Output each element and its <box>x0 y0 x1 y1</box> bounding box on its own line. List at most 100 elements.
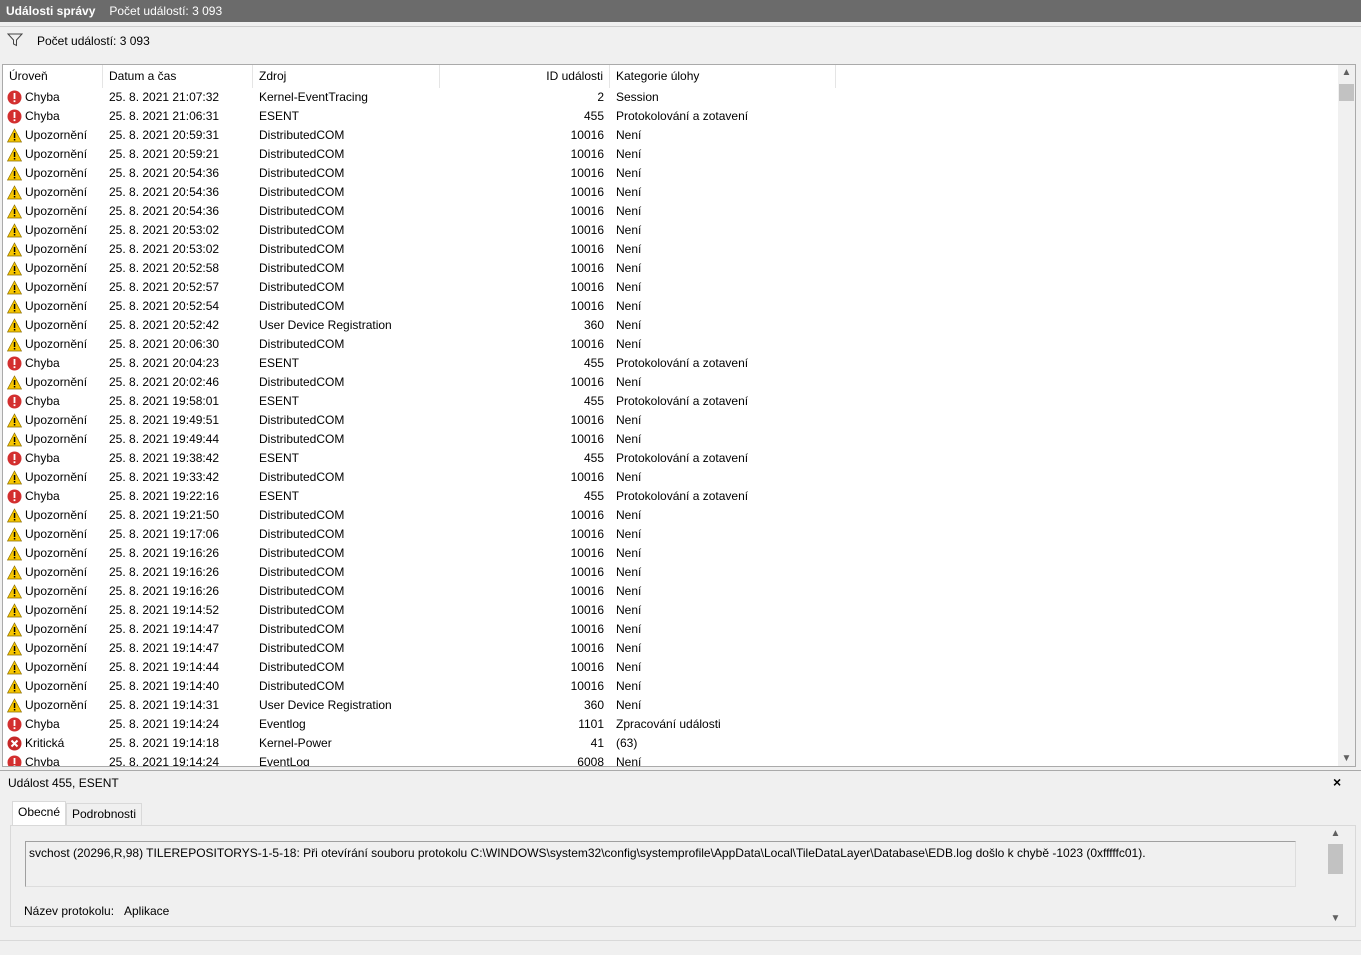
vertical-scrollbar[interactable]: ▲ ▼ <box>1338 65 1355 766</box>
table-row[interactable]: Upozornění 25. 8. 2021 19:14:40 Distribute… <box>3 677 1338 696</box>
table-row[interactable]: Kritická 25. 8. 2021 19:14:18 Kernel-Power… <box>3 734 1338 753</box>
cell-task-category: Není <box>616 147 642 161</box>
detail-scrollbar[interactable]: ▲ ▼ <box>1327 826 1344 926</box>
cell-datetime: 25. 8. 2021 20:59:31 <box>109 128 220 142</box>
table-row[interactable]: Upozornění 25. 8. 2021 19:14:31 User Devic… <box>3 696 1338 715</box>
scroll-down-icon[interactable]: ▼ <box>1327 913 1344 924</box>
column-header-level[interactable]: Úroveň <box>3 65 103 88</box>
table-row[interactable]: Upozornění 25. 8. 2021 20:52:58 Distribute… <box>3 259 1338 278</box>
filter-icon[interactable] <box>7 33 23 47</box>
table-row[interactable]: Upozornění 25. 8. 2021 19:14:44 Distribute… <box>3 658 1338 677</box>
table-row[interactable]: Upozornění 25. 8. 2021 19:49:44 Distribute… <box>3 430 1338 449</box>
scroll-down-icon[interactable]: ▼ <box>1338 753 1355 764</box>
table-row[interactable]: Upozornění 25. 8. 2021 20:54:36 Distribute… <box>3 183 1338 202</box>
detail-header: Událost 455, ESENT <box>8 776 119 790</box>
cell-source: DistributedCOM <box>259 565 345 579</box>
table-row[interactable]: Upozornění 25. 8. 2021 19:17:06 Distribute… <box>3 525 1338 544</box>
column-header-event-id[interactable]: ID události <box>440 65 610 88</box>
table-row[interactable]: Upozornění 25. 8. 2021 20:54:36 Distribute… <box>3 164 1338 183</box>
tab-details[interactable]: Podrobnosti <box>66 803 143 825</box>
filter-count: Počet událostí: 3 093 <box>37 34 150 48</box>
table-row[interactable]: Upozornění 25. 8. 2021 19:21:50 Distribute… <box>3 506 1338 525</box>
column-header-task-category[interactable]: Kategorie úlohy <box>610 65 836 88</box>
table-row[interactable]: Upozornění 25. 8. 2021 20:53:02 Distribute… <box>3 221 1338 240</box>
cell-task-category: Není <box>616 641 642 655</box>
cell-level: Upozornění <box>25 622 88 636</box>
table-row[interactable]: Upozornění 25. 8. 2021 20:59:31 Distribute… <box>3 126 1338 145</box>
cell-source: DistributedCOM <box>259 622 345 636</box>
event-message[interactable]: svchost (20296,R,98) TILEREPOSITORYS-1-5… <box>25 841 1296 887</box>
cell-datetime: 25. 8. 2021 20:52:58 <box>109 261 220 275</box>
error-icon <box>7 356 22 371</box>
cell-task-category: Není <box>616 755 642 767</box>
cell-source: DistributedCOM <box>259 432 345 446</box>
table-row[interactable]: Chyba 25. 8. 2021 19:14:24 EventLog 6008 Nen… <box>3 753 1338 767</box>
cell-datetime: 25. 8. 2021 19:49:51 <box>109 413 220 427</box>
scroll-thumb[interactable] <box>1339 84 1354 101</box>
table-row[interactable]: Upozornění 25. 8. 2021 19:14:47 Distribute… <box>3 620 1338 639</box>
cell-task-category: Není <box>616 299 642 313</box>
cell-event-id: 10016 <box>570 242 604 256</box>
scroll-up-icon[interactable]: ▲ <box>1338 67 1355 78</box>
cell-source: DistributedCOM <box>259 679 345 693</box>
table-row[interactable]: Chyba 25. 8. 2021 21:06:31 ESENT 455 Protoko… <box>3 107 1338 126</box>
table-row[interactable]: Upozornění 25. 8. 2021 20:52:42 User Devic… <box>3 316 1338 335</box>
cell-datetime: 25. 8. 2021 19:14:52 <box>109 603 220 617</box>
column-header-source[interactable]: Zdroj <box>253 65 440 88</box>
cell-datetime: 25. 8. 2021 20:04:23 <box>109 356 220 370</box>
cell-task-category: Není <box>616 318 642 332</box>
table-row[interactable]: Upozornění 25. 8. 2021 19:14:52 Distribute… <box>3 601 1338 620</box>
cell-datetime: 25. 8. 2021 19:14:31 <box>109 698 220 712</box>
cell-event-id: 10016 <box>570 546 604 560</box>
cell-level: Chyba <box>25 356 60 370</box>
cell-task-category: Není <box>616 565 642 579</box>
column-header-datetime[interactable]: Datum a čas <box>103 65 253 88</box>
cell-event-id: 6008 <box>577 755 604 767</box>
table-row[interactable]: Upozornění 25. 8. 2021 20:54:36 Distribute… <box>3 202 1338 221</box>
cell-datetime: 25. 8. 2021 20:53:02 <box>109 223 220 237</box>
table-row[interactable]: Chyba 25. 8. 2021 19:38:42 ESENT 455 Protoko… <box>3 449 1338 468</box>
cell-level: Upozornění <box>25 660 88 674</box>
cell-datetime: 25. 8. 2021 20:54:36 <box>109 166 220 180</box>
tab-general[interactable]: Obecné <box>12 801 67 825</box>
cell-source: DistributedCOM <box>259 470 345 484</box>
table-row[interactable]: Upozornění 25. 8. 2021 19:33:42 Distribute… <box>3 468 1338 487</box>
warning-icon <box>7 527 22 542</box>
cell-event-id: 41 <box>590 736 604 750</box>
cell-datetime: 25. 8. 2021 20:53:02 <box>109 242 220 256</box>
table-row[interactable]: Upozornění 25. 8. 2021 19:16:26 Distribute… <box>3 544 1338 563</box>
table-row[interactable]: Upozornění 25. 8. 2021 19:16:26 Distribute… <box>3 582 1338 601</box>
cell-event-id: 10016 <box>570 603 604 617</box>
table-row[interactable]: Upozornění 25. 8. 2021 20:06:30 Distribute… <box>3 335 1338 354</box>
table-row[interactable]: Upozornění 25. 8. 2021 20:52:57 Distribute… <box>3 278 1338 297</box>
table-row[interactable]: Chyba 25. 8. 2021 19:58:01 ESENT 455 Protoko… <box>3 392 1338 411</box>
events-table: Úroveň Datum a čas Zdroj ID události Kat… <box>2 64 1356 767</box>
cell-level: Upozornění <box>25 147 88 161</box>
close-icon[interactable]: × <box>1333 774 1341 790</box>
table-row[interactable]: Chyba 25. 8. 2021 20:04:23 ESENT 455 Protoko… <box>3 354 1338 373</box>
table-row[interactable]: Upozornění 25. 8. 2021 20:53:02 Distribute… <box>3 240 1338 259</box>
table-row[interactable]: Upozornění 25. 8. 2021 19:14:47 Distribute… <box>3 639 1338 658</box>
table-row[interactable]: Chyba 25. 8. 2021 19:22:16 ESENT 455 Protoko… <box>3 487 1338 506</box>
table-row[interactable]: Upozornění 25. 8. 2021 19:16:26 Distribute… <box>3 563 1338 582</box>
cell-datetime: 25. 8. 2021 19:14:24 <box>109 717 220 731</box>
table-row[interactable]: Upozornění 25. 8. 2021 20:52:54 Distribute… <box>3 297 1338 316</box>
cell-event-id: 455 <box>583 394 604 408</box>
cell-datetime: 25. 8. 2021 19:14:40 <box>109 679 220 693</box>
cell-task-category: Není <box>616 242 642 256</box>
table-row[interactable]: Chyba 25. 8. 2021 21:07:32 Kernel-EventTra… <box>3 88 1338 107</box>
warning-icon <box>7 698 22 713</box>
scroll-up-icon[interactable]: ▲ <box>1327 828 1344 839</box>
warning-icon <box>7 508 22 523</box>
table-row[interactable]: Upozornění 25. 8. 2021 20:02:46 Distribute… <box>3 373 1338 392</box>
cell-source: DistributedCOM <box>259 508 345 522</box>
error-icon <box>7 451 22 466</box>
cell-level: Upozornění <box>25 261 88 275</box>
general-panel: svchost (20296,R,98) TILEREPOSITORYS-1-5… <box>10 825 1356 927</box>
table-row[interactable]: Chyba 25. 8. 2021 19:14:24 Eventlog 1101 Zpr… <box>3 715 1338 734</box>
table-row[interactable]: Upozornění 25. 8. 2021 19:49:51 Distribute… <box>3 411 1338 430</box>
scroll-thumb[interactable] <box>1328 844 1343 874</box>
table-row[interactable]: Upozornění 25. 8. 2021 20:59:21 Distribute… <box>3 145 1338 164</box>
cell-source: DistributedCOM <box>259 603 345 617</box>
cell-datetime: 25. 8. 2021 19:16:26 <box>109 584 220 598</box>
